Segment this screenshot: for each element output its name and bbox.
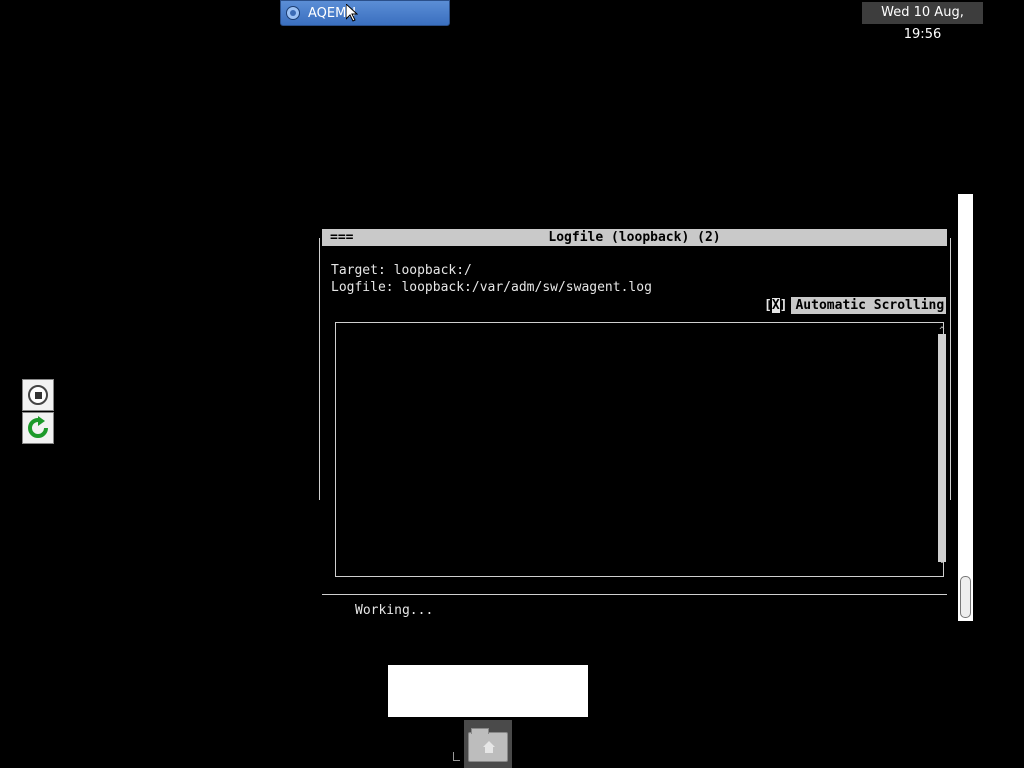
dialog-title: Logfile (loopback) (2) <box>548 230 721 245</box>
scrollbar-thumb[interactable] <box>960 576 971 618</box>
target-line: Target: loopback:/ <box>331 263 472 278</box>
log-output-area[interactable] <box>335 322 944 577</box>
refresh-button[interactable] <box>22 412 54 444</box>
status-divider <box>322 594 947 595</box>
clock[interactable]: Wed 10 Aug, 19:56 <box>862 2 983 42</box>
refresh-icon <box>28 416 48 438</box>
home-folder-icon <box>468 728 508 762</box>
checkbox-mark: X <box>771 298 780 313</box>
stop-icon <box>28 385 48 405</box>
dialog-left-border <box>319 238 320 500</box>
stop-button[interactable] <box>22 379 54 411</box>
aqemu-icon <box>286 6 300 20</box>
home-folder-launcher[interactable] <box>464 720 512 768</box>
automatic-scrolling-label: Automatic Scrolling <box>791 297 947 314</box>
checkbox-open-bracket: [ <box>764 298 772 313</box>
dialog-title-bar: === Logfile (loopback) (2) <box>322 229 947 246</box>
status-text: Working... <box>355 603 434 618</box>
automatic-scrolling-checkbox[interactable]: [X] Automatic Scrolling <box>764 297 947 314</box>
blank-panel <box>388 665 588 717</box>
mouse-cursor-icon <box>345 2 359 26</box>
log-scroll-down-arrow-icon[interactable]: v <box>938 556 946 566</box>
logfile-line: Logfile: loopback:/var/adm/sw/swagent.lo… <box>331 280 652 295</box>
dialog-right-border <box>950 238 951 500</box>
checkbox-close-bracket: ] <box>779 298 788 313</box>
corner-mark <box>453 752 460 761</box>
house-icon <box>483 741 495 753</box>
aqemu-taskbar-button[interactable]: AQEMU <box>280 0 450 26</box>
window-vertical-scrollbar[interactable] <box>958 194 973 621</box>
log-scrollbar[interactable] <box>938 334 946 562</box>
